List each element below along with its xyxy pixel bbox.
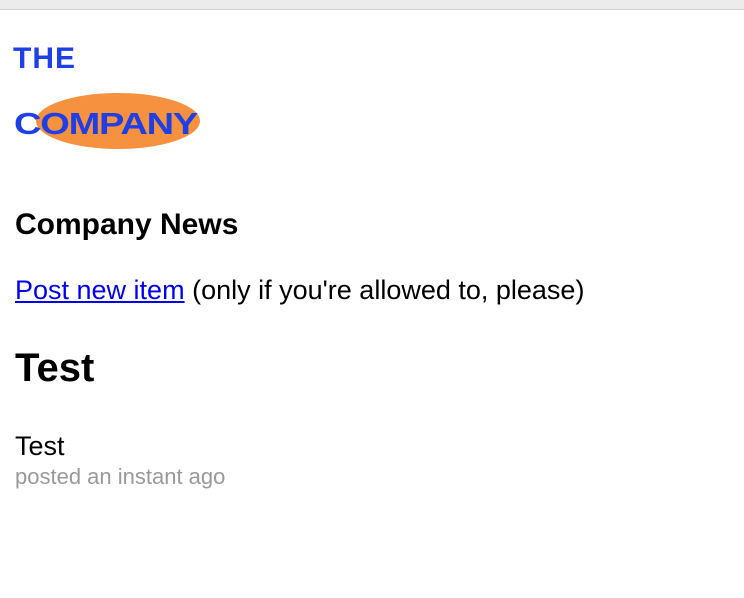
news-item-timestamp: posted an instant ago xyxy=(15,464,226,489)
company-logo: THE COMPANY xyxy=(11,40,211,152)
news-item-title: Test xyxy=(15,346,95,390)
logo-text-company: COMPANY xyxy=(14,106,199,141)
post-new-item-link[interactable]: Post new item xyxy=(15,275,185,305)
browser-chrome-edge xyxy=(0,0,744,10)
logo-text-the: THE xyxy=(13,42,76,75)
news-item-body: Test xyxy=(15,431,65,461)
post-permission-note: (only if you're allowed to, please) xyxy=(184,275,585,305)
post-new-item-line: Post new item (only if you're allowed to… xyxy=(15,273,584,307)
page-title: Company News xyxy=(15,208,239,241)
company-logo-graphic: THE COMPANY xyxy=(13,42,200,149)
